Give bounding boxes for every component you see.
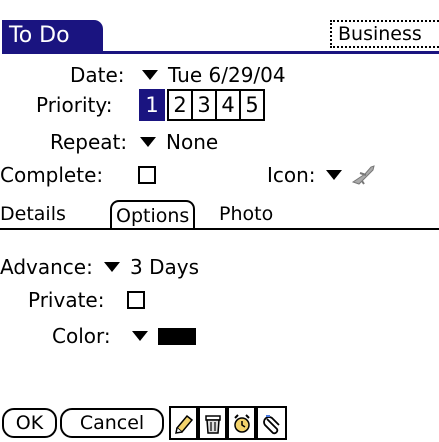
private-checkbox[interactable] — [127, 291, 145, 309]
repeat-value[interactable]: None — [166, 129, 218, 155]
delete-button[interactable] — [198, 406, 227, 440]
color-label: Color: — [52, 324, 111, 348]
cancel-button[interactable]: Cancel — [60, 408, 164, 438]
icon-dropdown-arrow-icon[interactable] — [326, 170, 342, 180]
priority-option-1[interactable]: 1 — [139, 89, 165, 121]
color-swatch[interactable] — [158, 328, 196, 345]
repeat-dropdown-arrow-icon[interactable] — [140, 137, 156, 147]
note-icon — [175, 414, 194, 434]
complete-checkbox[interactable] — [138, 166, 156, 184]
tab-details[interactable]: Details — [0, 200, 66, 228]
date-value[interactable]: Tue 6/29/04 — [168, 62, 286, 88]
alarm-clock-icon — [234, 414, 250, 433]
icon-label: Icon: — [267, 163, 316, 187]
advance-value[interactable]: 3 Days — [130, 254, 199, 280]
category-selector[interactable]: Business — [330, 20, 439, 48]
priority-option-5[interactable]: 5 — [239, 89, 265, 121]
private-label: Private: — [28, 288, 105, 312]
color-dropdown-arrow-icon[interactable] — [132, 331, 148, 341]
repeat-label: Repeat: — [50, 130, 128, 154]
date-label: Date: — [70, 63, 125, 87]
priority-option-2[interactable]: 2 — [167, 89, 193, 121]
priority-option-4[interactable]: 4 — [215, 89, 241, 121]
note-button[interactable] — [169, 406, 198, 440]
paperclip-icon — [263, 415, 280, 435]
trash-icon — [205, 415, 221, 434]
jet-icon[interactable] — [351, 164, 377, 190]
priority-label: Priority: — [36, 93, 113, 117]
tab-options[interactable]: Options — [110, 200, 196, 228]
tab-photo[interactable]: Photo — [219, 200, 273, 228]
title-underline — [2, 51, 439, 54]
advance-dropdown-arrow-icon[interactable] — [104, 262, 120, 272]
attach-button[interactable] — [256, 406, 287, 440]
priority-option-3[interactable]: 3 — [191, 89, 217, 121]
advance-label: Advance: — [0, 255, 93, 279]
complete-label: Complete: — [0, 163, 104, 187]
tab-divider — [0, 228, 439, 230]
alarm-button[interactable] — [227, 406, 256, 440]
date-dropdown-arrow-icon[interactable] — [142, 70, 158, 80]
app-title: To Do — [2, 20, 103, 52]
ok-button[interactable]: OK — [2, 408, 57, 438]
